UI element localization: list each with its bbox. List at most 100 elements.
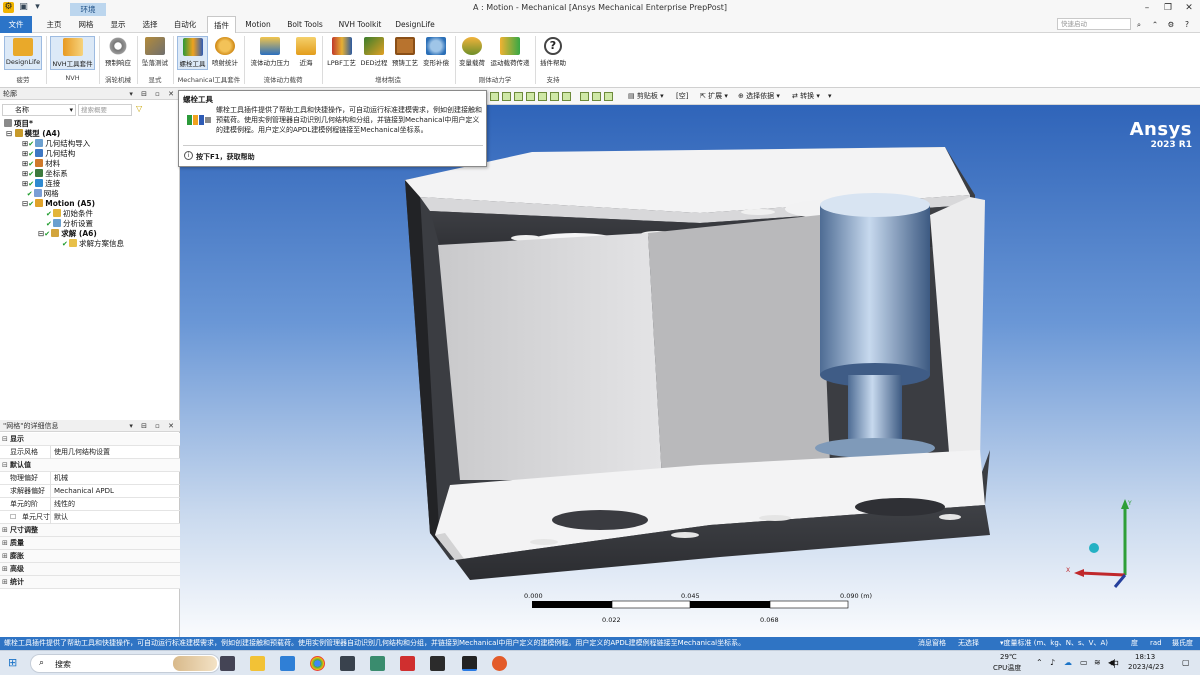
outline-search-input[interactable]: 搜索概要 [78, 104, 132, 116]
unit-system[interactable]: ▾ 度量标准 (m、kg、N、s、V、A) [1000, 637, 1108, 650]
weather-temp[interactable]: 29℃ [1000, 653, 1017, 661]
chrome-icon[interactable] [310, 656, 325, 671]
wifi-icon[interactable]: ≋ [1094, 658, 1101, 667]
tree-item-solution-information[interactable]: ✔ 求解方案信息 [62, 239, 124, 249]
workbench-icon[interactable] [430, 656, 445, 671]
tree-item-analysis-settings[interactable]: ✔ 分析设置 [46, 219, 93, 229]
extend-limits-icon[interactable] [592, 92, 601, 101]
ime-indicator[interactable]: 中 [1110, 657, 1119, 670]
panel-controls[interactable]: ▾ ⊟ ▫ ✕ [129, 88, 177, 100]
cloud-icon[interactable]: ☁ [1064, 658, 1072, 667]
tab-nvh-toolkit[interactable]: NVH Toolkit [334, 16, 386, 33]
variable-load-button[interactable]: 变量载荷 [457, 36, 487, 70]
messages-pane-button[interactable]: 消息窗格 [918, 637, 946, 650]
wps-icon[interactable] [400, 656, 415, 671]
tree-item-mesh[interactable]: ✔ 网格 [22, 189, 59, 199]
ribbon-collapse-icon[interactable]: ⌃ [1150, 16, 1160, 33]
details-section-statistics[interactable]: ⊞ 统计 [0, 576, 180, 589]
tab-motion[interactable]: Motion [240, 16, 276, 33]
filter-icon[interactable]: ▽ [136, 104, 142, 113]
details-row-element-order[interactable]: 单元的阶 线性的 [0, 498, 180, 511]
app-icon[interactable] [340, 656, 355, 671]
tree-item-geometry-import[interactable]: ⊞✔ 几何结构导入 [22, 139, 90, 149]
mechanical-icon[interactable] [462, 656, 477, 671]
precast-process-button[interactable]: 预铸工艺 [390, 36, 420, 70]
file-explorer-icon[interactable] [250, 656, 265, 671]
convert-menu[interactable]: ⇄ 转换 ▾ [792, 91, 820, 102]
details-section-sizing[interactable]: ⊞ 尺寸调整 [0, 524, 180, 537]
task-view-icon[interactable] [220, 656, 235, 671]
details-section-advanced[interactable]: ⊞ 高级 [0, 563, 180, 576]
bolt-tools-button[interactable]: 螺栓工具 [177, 36, 208, 70]
quick-launch-input[interactable]: 快速启动 [1057, 18, 1131, 30]
distortion-compensation-button[interactable]: 变形补偿 [421, 36, 451, 70]
windows-start-icon[interactable]: ⊞ [8, 656, 17, 669]
select-element-icon[interactable] [550, 92, 559, 101]
select-body-icon[interactable] [490, 92, 499, 101]
drop-test-button[interactable]: 坠落测试 [140, 36, 170, 70]
taskbar-search-box[interactable]: ⌕ 搜索 [30, 654, 220, 673]
tab-mesh[interactable]: 网格 [72, 16, 100, 33]
tree-item-geometry[interactable]: ⊞✔ 几何结构 [22, 149, 75, 159]
tab-bolt-tools[interactable]: Bolt Tools [282, 16, 328, 33]
designlife-button[interactable]: DesignLife [4, 36, 42, 70]
extend-adjacent-icon[interactable] [580, 92, 589, 101]
tree-item-motion[interactable]: ⊟✔ Motion (A5) [22, 199, 95, 209]
tab-addins[interactable]: 插件 [207, 16, 236, 34]
minimize-button[interactable]: – [1137, 1, 1157, 15]
prestressed-response-button[interactable]: 预制响应 [102, 36, 134, 70]
select-face-icon[interactable] [502, 92, 511, 101]
hydrodynamic-pressure-button[interactable]: 流体动力压力 [247, 36, 293, 70]
tree-item-connections[interactable]: ⊞✔ 连接 [22, 179, 60, 189]
addin-help-button[interactable]: ? 插件帮助 [538, 36, 568, 70]
named-selection-icon[interactable] [604, 92, 613, 101]
microphone-icon[interactable]: ♪ [1050, 658, 1055, 667]
tree-item-initial-conditions[interactable]: ✔ 初始条件 [46, 209, 93, 219]
details-row-element-size[interactable]: ☐ 单元尺寸 默认 [0, 511, 180, 524]
settings-icon[interactable]: ⚙ [1166, 16, 1176, 33]
empty-clipboard-button[interactable]: [空] [676, 91, 688, 102]
ded-process-button[interactable]: DED过程 [359, 36, 389, 70]
notification-icon[interactable]: ▢ [1182, 658, 1190, 667]
motion-load-transfer-button[interactable]: 运动载荷传递 [488, 36, 532, 70]
offshore-button[interactable]: 近海 [295, 36, 317, 70]
tree-item-materials[interactable]: ⊞✔ 材料 [22, 159, 60, 169]
nvh-toolkit-button[interactable]: NVH工具套件 [50, 36, 95, 70]
select-edge-icon[interactable] [514, 92, 523, 101]
select-vertex-icon[interactable] [526, 92, 535, 101]
details-section-inflation[interactable]: ⊞ 膨胀 [0, 550, 180, 563]
expand-menu[interactable]: ⇱ 扩展 ▾ [700, 91, 728, 102]
mail-app-icon[interactable] [280, 656, 295, 671]
details-row-physics-preference[interactable]: 物理偏好 机械 [0, 472, 180, 485]
tree-item-project[interactable]: 项目* [4, 119, 33, 129]
close-button[interactable]: ✕ [1179, 1, 1199, 15]
tree-item-model[interactable]: ⊟ 模型 (A4) [6, 129, 60, 139]
tree-item-solution[interactable]: ⊟✔ 求解 (A6) [38, 229, 97, 239]
clipboard-menu[interactable]: ▤ 剪贴板 ▾ [628, 91, 664, 102]
help-icon[interactable]: ? [1182, 16, 1192, 33]
more-options-icon[interactable]: ▾ [828, 91, 832, 102]
tray-chevron-icon[interactable]: ⌃ [1036, 658, 1043, 667]
tab-selection[interactable]: 选择 [136, 16, 164, 33]
details-section-defaults[interactable]: ⊟ 默认值 [0, 459, 180, 472]
tab-designlife[interactable]: DesignLife [391, 16, 439, 33]
model-geometry[interactable]: Y X [180, 105, 1200, 650]
details-section-quality[interactable]: ⊞ 质量 [0, 537, 180, 550]
tree-item-coordinate-systems[interactable]: ⊞✔ 坐标系 [22, 169, 68, 179]
details-row-display-style[interactable]: 显示风格 使用几何结构设置 [0, 446, 180, 459]
select-node-icon[interactable] [538, 92, 547, 101]
clock-time[interactable]: 18:13 [1135, 653, 1155, 661]
recorder-icon[interactable] [492, 656, 507, 671]
tab-home[interactable]: 主页 [40, 16, 68, 33]
app-icon[interactable] [370, 656, 385, 671]
clock-date[interactable]: 2023/4/23 [1128, 663, 1164, 671]
details-row-solver-preference[interactable]: 求解器偏好 Mechanical APDL [0, 485, 180, 498]
display-icon[interactable]: ▭ [1080, 658, 1088, 667]
select-mode-icon[interactable] [562, 92, 571, 101]
panel-controls[interactable]: ▾ ⊟ ▫ ✕ [129, 420, 177, 432]
spray-stats-button[interactable]: 喷射统计 [210, 36, 240, 70]
tab-file[interactable]: 文件 [0, 16, 32, 33]
details-section-display[interactable]: ⊟ 显示 [0, 433, 180, 446]
outline-name-filter[interactable]: 名称 ▾ [2, 104, 76, 116]
tab-automation[interactable]: 自动化 [168, 16, 202, 33]
